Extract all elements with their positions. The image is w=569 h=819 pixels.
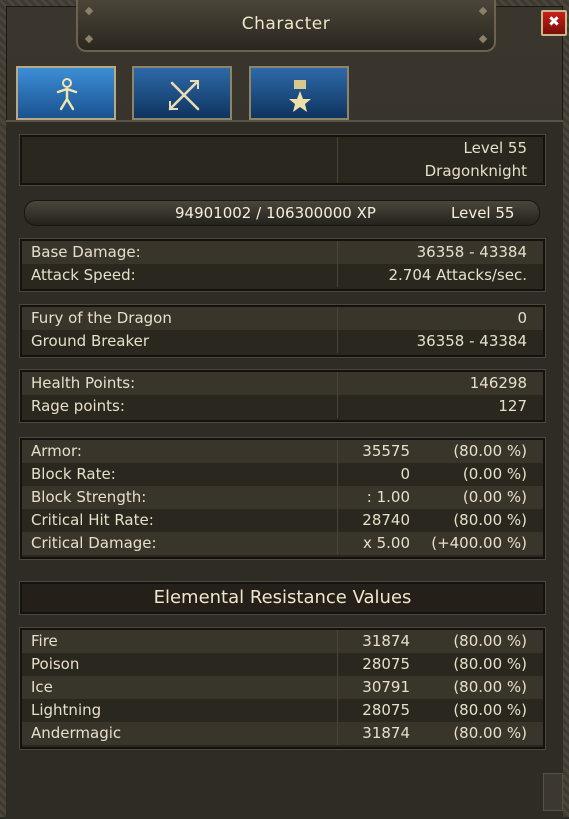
vital-row: Health Points: 146298 bbox=[22, 372, 543, 395]
skills-box: Fury of the Dragon 0 Ground Breaker 36358 -… bbox=[19, 304, 546, 358]
stat-value: 28740 bbox=[362, 511, 410, 529]
stat-label: Block Rate: bbox=[31, 465, 116, 483]
stat-label: Armor: bbox=[31, 442, 82, 460]
stat-percent: (0.00 %) bbox=[462, 488, 527, 506]
stat-value: 36358 - 43384 bbox=[416, 243, 527, 261]
character-class: Dragonknight bbox=[424, 162, 527, 180]
stat-label: Andermagic bbox=[31, 724, 122, 742]
tab-character[interactable] bbox=[16, 66, 116, 120]
stat-label: Rage points: bbox=[31, 397, 125, 415]
xp-text: 94901002 / 106300000 XP bbox=[175, 204, 376, 222]
header-level-row: Level 55 bbox=[22, 137, 543, 160]
resistance-row: Andermagic 31874 (80.00 %) bbox=[22, 722, 543, 745]
tab-equipment[interactable] bbox=[132, 66, 232, 120]
stat-value: : 1.00 bbox=[366, 488, 410, 506]
stat-label: Ice bbox=[31, 678, 53, 696]
vitals-box: Health Points: 146298 Rage points: 127 bbox=[19, 369, 546, 423]
stat-value: 31874 bbox=[362, 632, 410, 650]
stat-label: Fire bbox=[31, 632, 58, 650]
stat-value: 0 bbox=[400, 465, 410, 483]
character-level: Level 55 bbox=[463, 139, 527, 157]
stat-value: 31874 bbox=[362, 724, 410, 742]
xp-level: Level 55 bbox=[451, 204, 515, 222]
resistance-box: Fire 31874 (80.00 %) Poison 28075 (80.00 %) Ic… bbox=[19, 627, 546, 750]
stat-value: 127 bbox=[498, 397, 527, 415]
skill-row: Fury of the Dragon 0 bbox=[22, 307, 543, 330]
stat-label: Critical Damage: bbox=[31, 534, 157, 552]
character-window: Character ✖ Level 55 Dragonknight 949010… bbox=[0, 0, 569, 819]
stat-percent: (0.00 %) bbox=[462, 465, 527, 483]
header-class-row: Dragonknight bbox=[22, 160, 543, 183]
rivet-icon bbox=[478, 34, 488, 44]
stat-value: 28075 bbox=[362, 701, 410, 719]
stat-label: Fury of the Dragon bbox=[31, 309, 172, 327]
defense-box: Armor: 35575 (80.00 %) Block Rate: 0 (0.00 %)… bbox=[19, 437, 546, 560]
combat-stat-row: Attack Speed: 2.704 Attacks/sec. bbox=[22, 264, 543, 287]
defense-row: Armor: 35575 (80.00 %) bbox=[22, 440, 543, 463]
stat-label: Health Points: bbox=[31, 374, 136, 392]
stat-label: Poison bbox=[31, 655, 80, 673]
crossed-swords-icon bbox=[168, 80, 200, 111]
defense-row: Critical Hit Rate: 28740 (80.00 %) bbox=[22, 509, 543, 532]
stat-value: x 5.00 bbox=[362, 534, 410, 552]
stat-percent: (80.00 %) bbox=[453, 655, 527, 673]
vital-row: Rage points: 127 bbox=[22, 395, 543, 418]
stat-percent: (80.00 %) bbox=[453, 511, 527, 529]
stat-value: 36358 - 43384 bbox=[416, 332, 527, 350]
stat-percent: (80.00 %) bbox=[453, 678, 527, 696]
window-title: Character bbox=[241, 14, 331, 34]
stat-percent: (+400.00 %) bbox=[431, 534, 527, 552]
header-box: Level 55 Dragonknight bbox=[19, 134, 546, 186]
tab-achievements[interactable] bbox=[249, 66, 349, 120]
combat-stat-row: Base Damage: 36358 - 43384 bbox=[22, 241, 543, 264]
stat-label: Ground Breaker bbox=[31, 332, 150, 350]
stat-value: 146298 bbox=[469, 374, 527, 392]
medal-icon bbox=[289, 80, 311, 112]
stat-percent: (80.00 %) bbox=[453, 724, 527, 742]
rivet-icon bbox=[84, 34, 94, 44]
stat-label: Critical Hit Rate: bbox=[31, 511, 154, 529]
defense-row: Block Rate: 0 (0.00 %) bbox=[22, 463, 543, 486]
stat-label: Base Damage: bbox=[31, 243, 141, 261]
resistance-title: Elemental Resistance Values bbox=[19, 581, 546, 615]
stat-value: 30791 bbox=[362, 678, 410, 696]
stat-value: 35575 bbox=[362, 442, 410, 460]
resistance-row: Ice 30791 (80.00 %) bbox=[22, 676, 543, 699]
resistance-row: Fire 31874 (80.00 %) bbox=[22, 630, 543, 653]
close-button[interactable]: ✖ bbox=[541, 10, 567, 36]
close-icon: ✖ bbox=[548, 14, 560, 30]
stat-value: 28075 bbox=[362, 655, 410, 673]
resistance-row: Lightning 28075 (80.00 %) bbox=[22, 699, 543, 722]
defense-row: Block Strength: : 1.00 (0.00 %) bbox=[22, 486, 543, 509]
stat-label: Lightning bbox=[31, 701, 102, 719]
stat-percent: (80.00 %) bbox=[453, 632, 527, 650]
stat-percent: (80.00 %) bbox=[453, 701, 527, 719]
stat-label: Attack Speed: bbox=[31, 266, 136, 284]
resize-handle[interactable] bbox=[543, 773, 563, 811]
person-icon bbox=[56, 78, 78, 111]
defense-row: Critical Damage: x 5.00 (+400.00 %) bbox=[22, 532, 543, 555]
skill-row: Ground Breaker 36358 - 43384 bbox=[22, 330, 543, 353]
stat-label: Block Strength: bbox=[31, 488, 147, 506]
stat-value: 2.704 Attacks/sec. bbox=[388, 266, 527, 284]
combat-box: Base Damage: 36358 - 43384 Attack Speed: 2.… bbox=[19, 238, 546, 292]
stat-value: 0 bbox=[517, 309, 527, 327]
resistance-row: Poison 28075 (80.00 %) bbox=[22, 653, 543, 676]
stat-percent: (80.00 %) bbox=[453, 442, 527, 460]
title-bar: Character bbox=[76, 0, 496, 52]
xp-bar: 94901002 / 106300000 XP Level 55 bbox=[24, 200, 540, 226]
